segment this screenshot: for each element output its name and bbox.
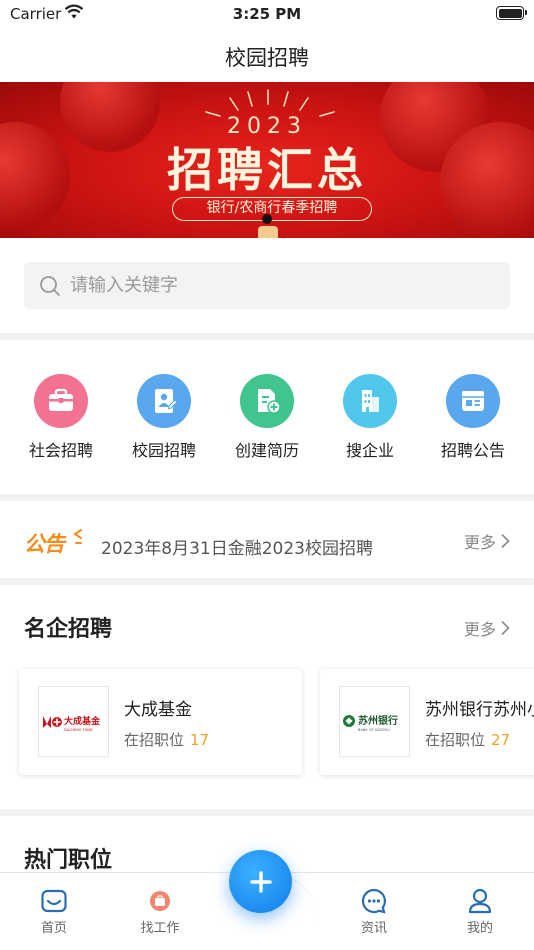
tab-find-job[interactable]: 找工作 xyxy=(120,887,200,936)
quick-link-recruitment-notice[interactable]: 招聘公告 xyxy=(421,374,525,461)
page-title: 校园招聘 xyxy=(225,46,309,70)
company-logo-text: 苏州银行 xyxy=(358,714,398,727)
clock: 3:25 PM xyxy=(232,5,302,23)
company-logo-subtext: BANK OF SUZHOU xyxy=(358,728,390,732)
tab-label: 首页 xyxy=(40,921,67,936)
featured-companies-section: 名企招聘 更多 大成基金 DACHENG FUND 大成基金 在招职位 17 苏州… xyxy=(0,585,534,809)
company-name: 大成基金 xyxy=(124,700,192,720)
company-logo-text: 大成基金 xyxy=(64,715,101,727)
section-title: 热门职位 xyxy=(24,848,113,873)
add-button[interactable] xyxy=(229,850,292,913)
company-card[interactable]: 苏州银行 BANK OF SUZHOU 苏州银行苏州小 在招职位 27 xyxy=(320,669,534,775)
quick-link-label: 搜企业 xyxy=(345,441,394,460)
open-positions: 在招职位 17 xyxy=(124,729,209,750)
tab-news[interactable]: 资讯 xyxy=(334,887,414,936)
more-label: 更多 xyxy=(463,620,496,639)
company-name: 苏州银行苏州小 xyxy=(425,700,534,720)
quick-link-campus-recruitment[interactable]: 校园招聘 xyxy=(112,374,216,461)
search-bar[interactable] xyxy=(24,262,510,309)
find-job-icon xyxy=(120,887,200,915)
home-inbox-icon xyxy=(14,887,94,915)
companies-more-link[interactable]: 更多 xyxy=(464,616,510,640)
building-icon xyxy=(343,374,397,428)
gift-decoration xyxy=(258,226,278,238)
notice-more-link[interactable]: 更多 xyxy=(464,529,510,553)
chat-bubble-icon xyxy=(334,887,414,915)
notice-logo-text: 公告 xyxy=(24,532,65,556)
plus-icon xyxy=(249,870,272,893)
search-section xyxy=(0,238,534,333)
banner-headline: 招聘汇总 xyxy=(167,143,367,197)
open-positions-count: 17 xyxy=(190,731,210,749)
chevron-right-icon xyxy=(501,534,510,548)
battery-icon xyxy=(496,6,527,20)
open-positions-label: 在招职位 xyxy=(425,731,486,749)
company-logo-subtext: DACHENG FUND xyxy=(64,728,93,732)
quick-link-label: 创建简历 xyxy=(234,441,299,460)
company-logo: 大成基金 DACHENG FUND xyxy=(38,686,109,757)
notice-board-icon xyxy=(446,374,500,428)
quick-link-social-recruitment[interactable]: 社会招聘 xyxy=(9,374,113,461)
status-bar: Carrier 3:25 PM xyxy=(0,0,534,30)
notice-text[interactable]: 2023年8月31日金融2023校园招聘 xyxy=(101,534,373,559)
open-positions-count: 27 xyxy=(491,731,511,749)
notice-logo: 公告 xyxy=(24,528,82,558)
profile-icon xyxy=(440,887,520,915)
student-id-icon xyxy=(137,374,191,428)
more-label: 更多 xyxy=(463,533,496,552)
quick-link-label: 校园招聘 xyxy=(131,441,196,460)
company-card[interactable]: 大成基金 DACHENG FUND 大成基金 在招职位 17 xyxy=(19,669,302,775)
banner-subtitle: 银行/农商行春季招聘 xyxy=(172,197,372,221)
notice-arrow-icon xyxy=(73,529,82,544)
company-logo: 苏州银行 BANK OF SUZHOU xyxy=(339,686,410,757)
quick-link-label: 招聘公告 xyxy=(440,441,505,460)
fab-container xyxy=(216,850,318,932)
tab-label: 资讯 xyxy=(360,921,387,936)
quick-link-search-companies[interactable]: 搜企业 xyxy=(318,374,422,461)
search-input[interactable] xyxy=(70,262,490,309)
quick-link-create-resume[interactable]: 创建简历 xyxy=(215,374,319,461)
quick-link-label: 社会招聘 xyxy=(28,441,93,460)
tab-home[interactable]: 首页 xyxy=(14,887,94,936)
nav-bar: 校园招聘 xyxy=(0,30,534,82)
open-positions-label: 在招职位 xyxy=(124,731,185,749)
tab-label: 我的 xyxy=(466,921,493,936)
search-icon xyxy=(39,275,61,301)
open-positions: 在招职位 27 xyxy=(425,729,510,750)
promo-banner[interactable]: 2023 招聘汇总 银行/农商行春季招聘 xyxy=(0,82,534,238)
briefcase-icon xyxy=(34,374,88,428)
chevron-right-icon xyxy=(501,621,510,635)
tab-label: 找工作 xyxy=(140,921,180,936)
tab-profile[interactable]: 我的 xyxy=(440,887,520,936)
carousel-indicator[interactable] xyxy=(262,214,272,224)
notice-bar[interactable]: 公告 2023年8月31日金融2023校园招聘 更多 xyxy=(0,501,534,578)
resume-add-icon xyxy=(240,374,294,428)
quick-links: 社会招聘 校园招聘 创建简历 搜企业 招聘公告 xyxy=(0,340,534,494)
section-title: 名企招聘 xyxy=(24,617,113,642)
